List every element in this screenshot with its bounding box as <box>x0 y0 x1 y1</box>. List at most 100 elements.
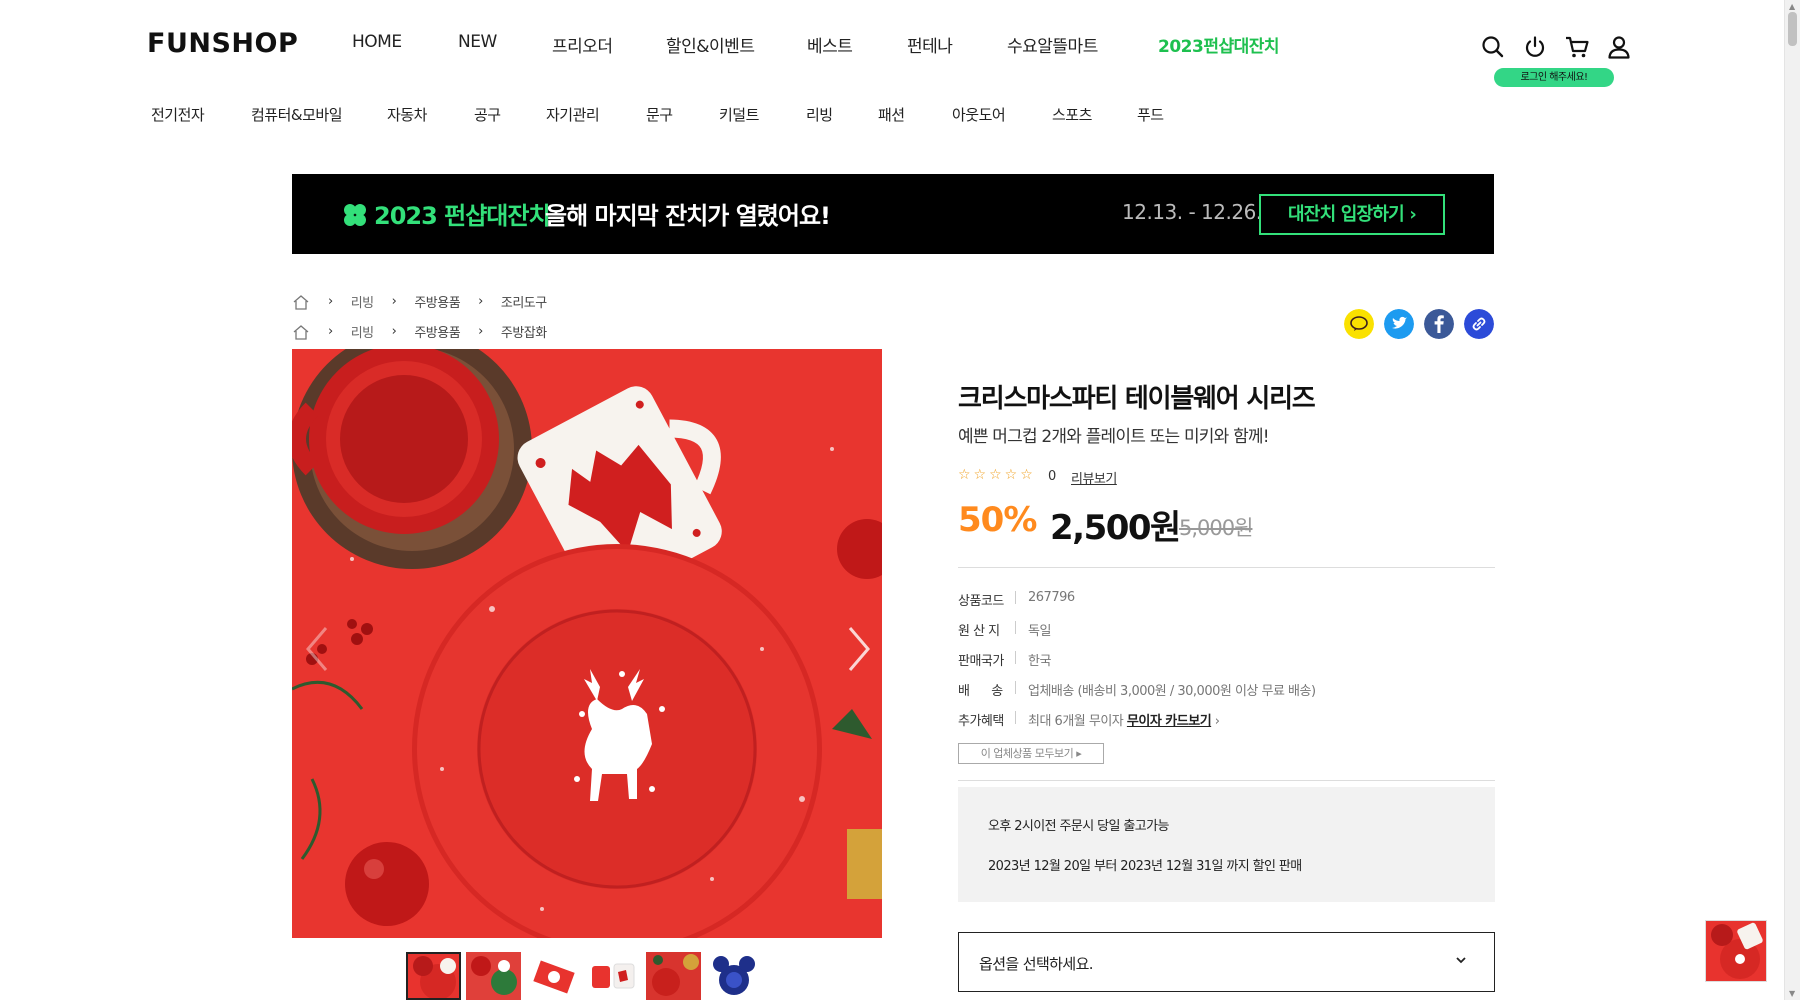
rating-stars-icon: ☆☆☆☆☆ <box>958 467 1036 483</box>
category-kidult[interactable]: 키덜트 <box>719 104 759 125</box>
user-icon[interactable] <box>1606 34 1632 60</box>
category-electronics[interactable]: 전기전자 <box>151 104 205 125</box>
cart-icon[interactable] <box>1564 34 1590 60</box>
divider <box>958 567 1495 568</box>
enter-festival-button[interactable]: 대잔치 입장하기 › <box>1259 194 1445 235</box>
nav-wednesday-mart[interactable]: 수요알뜰마트 <box>1007 32 1098 57</box>
discount-rate: 50% <box>958 500 1037 540</box>
divider <box>1015 711 1016 724</box>
scroll-up-arrow-icon[interactable]: ▲ <box>1789 2 1795 11</box>
product-main-image[interactable] <box>292 349 882 938</box>
shipping-note: 오후 2시이전 주문시 당일 출고가능 <box>988 819 1169 834</box>
breadcrumb-item[interactable]: 주방잡화 <box>501 322 547 341</box>
breadcrumb-item[interactable]: 주방용품 <box>414 322 460 341</box>
nav-home[interactable]: HOME <box>352 32 402 52</box>
funshop-logo[interactable]: FUNSHOP <box>147 28 298 59</box>
vertical-scrollbar[interactable]: ▲ ▼ <box>1784 0 1800 1000</box>
breadcrumb-item[interactable]: 조리도구 <box>501 292 547 311</box>
review-count: 0 <box>1048 469 1057 484</box>
search-icon[interactable] <box>1480 34 1506 60</box>
option-select-placeholder: 옵션을 선택하세요. <box>979 955 1094 973</box>
thumbnail-4[interactable] <box>586 952 641 1000</box>
thumbnail-image <box>413 956 456 998</box>
thumbnail-3[interactable] <box>526 952 581 1000</box>
info-label: 판매국가 <box>958 654 1004 669</box>
info-label: 배 송 <box>958 684 1003 699</box>
category-computer-mobile[interactable]: 컴퓨터&모바일 <box>251 104 343 125</box>
recent-product-image <box>1706 921 1766 981</box>
view-reviews-link[interactable]: 리뷰보기 <box>1071 468 1117 487</box>
thumbnail-2[interactable] <box>466 952 521 1000</box>
original-price: 5,000원 <box>1179 516 1253 540</box>
breadcrumb: › 리빙 › 주방용품 › 주방잡화 <box>292 322 547 341</box>
thumbnail-image <box>466 952 521 1000</box>
chevron-right-icon: › <box>328 294 333 309</box>
category-sports[interactable]: 스포츠 <box>1052 104 1092 125</box>
option-select[interactable]: 옵션을 선택하세요. <box>958 932 1495 992</box>
info-label: 원 산 지 <box>958 624 1000 639</box>
chevron-right-icon: › <box>1214 714 1220 729</box>
interest-free-card-link[interactable]: 무이자 카드보기 <box>1127 714 1212 729</box>
twitter-icon[interactable] <box>1384 309 1414 339</box>
thumbnail-6[interactable] <box>706 952 761 1000</box>
power-icon[interactable] <box>1522 34 1548 60</box>
breadcrumb-item[interactable]: 리빙 <box>351 322 374 341</box>
clover-icon <box>344 204 366 226</box>
nav-festival[interactable]: 2023펀샵대잔치 <box>1158 32 1280 57</box>
info-label: 추가혜택 <box>958 714 1004 729</box>
festival-banner[interactable]: 2023 펀샵대잔치 올해 마지막 잔치가 열렸어요! 12.13. - 12.… <box>292 174 1494 254</box>
banner-date: 12.13. - 12.26. <box>1122 200 1262 224</box>
scrollbar-thumb[interactable] <box>1788 12 1797 46</box>
caret-right-icon: ▸ <box>1076 747 1082 760</box>
shipping-notice-box: 오후 2시이전 주문시 당일 출고가능 2023년 12월 20일 부터 202… <box>958 787 1495 902</box>
chevron-right-icon: › <box>391 294 397 309</box>
banner-subtitle: 올해 마지막 잔치가 열렸어요! <box>545 202 831 230</box>
category-outdoor[interactable]: 아웃도어 <box>952 104 1006 125</box>
nav-sale-event[interactable]: 할인&이벤트 <box>666 32 755 57</box>
thumbnail-image <box>586 952 641 1000</box>
category-stationery[interactable]: 문구 <box>646 104 673 125</box>
sale-period-note: 2023년 12월 20일 부터 2023년 12월 31일 까지 할인 판매 <box>988 859 1302 874</box>
breadcrumb-item[interactable]: 주방용품 <box>414 292 460 311</box>
chevron-right-icon: › <box>328 324 333 339</box>
info-value-wrapper: 최대 6개월 무이자 무이자 카드보기 › <box>1028 710 1220 729</box>
login-hint-badge[interactable]: 로그인 해주세요! <box>1494 68 1614 87</box>
scroll-down-arrow-icon[interactable]: ▼ <box>1789 989 1795 998</box>
nav-funtena[interactable]: 펀테나 <box>907 32 953 57</box>
category-car[interactable]: 자동차 <box>387 104 427 125</box>
recently-viewed-thumbnail[interactable] <box>1705 920 1767 982</box>
info-value: 독일 <box>1028 624 1051 639</box>
category-self-care[interactable]: 자기관리 <box>546 104 600 125</box>
thumbnail-5[interactable] <box>646 952 701 1000</box>
chevron-right-icon: › <box>478 294 483 309</box>
category-food[interactable]: 푸드 <box>1137 104 1164 125</box>
chevron-right-icon: › <box>391 324 397 339</box>
divider <box>958 780 1495 781</box>
nav-preorder[interactable]: 프리오더 <box>552 32 613 57</box>
home-icon[interactable] <box>292 324 310 340</box>
category-fashion[interactable]: 패션 <box>878 104 905 125</box>
view-all-label: 이 업체상품 모두보기 <box>980 747 1074 760</box>
product-photo <box>292 349 882 938</box>
nav-new[interactable]: NEW <box>458 32 497 52</box>
thumbnail-image <box>526 952 581 1000</box>
facebook-icon[interactable] <box>1424 309 1454 339</box>
next-image-arrow-icon[interactable] <box>844 624 874 674</box>
category-living[interactable]: 리빙 <box>806 104 833 125</box>
divider <box>1015 681 1016 694</box>
sale-price: 2,500원 <box>1050 508 1181 548</box>
thumbnail-image <box>646 952 701 1000</box>
info-label: 상품코드 <box>958 594 1004 609</box>
chevron-right-icon: › <box>1409 204 1416 225</box>
kakaotalk-icon[interactable] <box>1344 309 1374 339</box>
product-description: 예쁜 머그컵 2개와 플레이트 또는 미키와 함께! <box>958 427 1270 447</box>
category-tools[interactable]: 공구 <box>474 104 501 125</box>
thumbnail-1[interactable] <box>406 952 461 1000</box>
home-icon[interactable] <box>292 294 310 310</box>
link-icon[interactable] <box>1464 309 1494 339</box>
breadcrumb-item[interactable]: 리빙 <box>351 292 374 311</box>
view-all-seller-products-button[interactable]: 이 업체상품 모두보기 ▸ <box>958 743 1104 764</box>
prev-image-arrow-icon[interactable] <box>302 624 332 674</box>
nav-best[interactable]: 베스트 <box>807 32 853 57</box>
info-value: 267796 <box>1028 590 1075 605</box>
